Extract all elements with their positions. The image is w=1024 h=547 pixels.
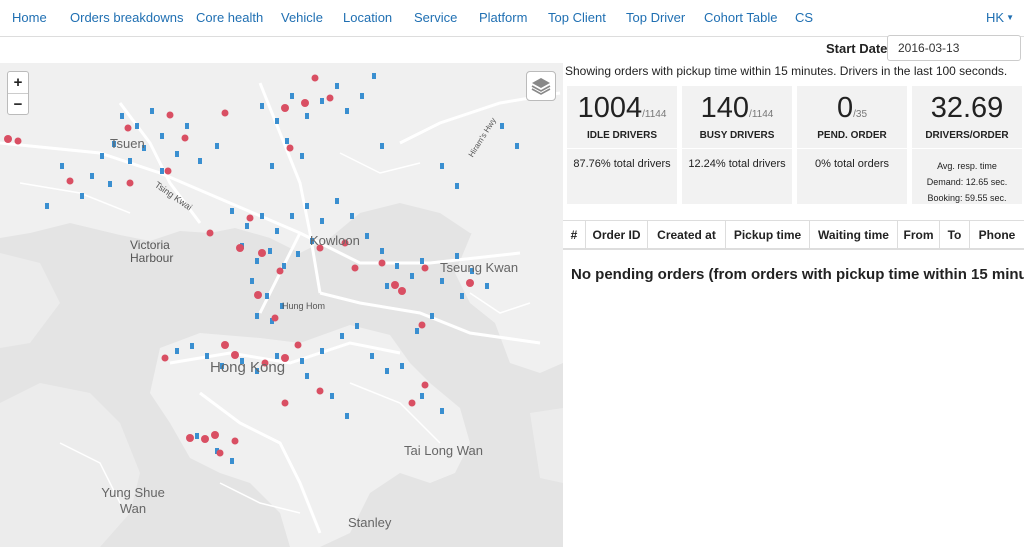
stat-ratio-value: 32.69 [930,92,1004,124]
resp-time-booking: Booking: 59.55 sec. [927,193,1007,203]
stat-pending-value: 0 [836,92,854,124]
start-date-input[interactable] [887,35,1021,61]
col-from[interactable]: From [897,221,939,249]
map-label-tai-long-wan: Tai Long Wan [404,443,484,458]
col-to[interactable]: To [939,221,969,249]
stat-busy-sub: 12.24% total drivers [688,158,786,170]
layers-icon [531,78,551,95]
stat-idle-sub: 87.76% total drivers [573,158,671,170]
stat-divider [797,148,907,149]
region-dropdown[interactable]: HK ▼ [986,10,1014,25]
nav-platform[interactable]: Platform [479,10,527,25]
col-index[interactable]: # [563,221,585,249]
stat-pending-number: 0/35 [797,92,907,125]
resp-time-demand: Demand: 12.65 sec. [926,177,1008,187]
stat-pending-orders: 0/35 PEND. ORDER 0% total orders [797,86,907,204]
stat-pending-sub: 0% total orders [815,158,889,170]
stat-drivers-per-order: 32.69 DRIVERS/ORDER Avg. resp. time Dema… [912,86,1022,204]
pending-orders-table-header: # Order ID Created at Pickup time Waitin… [563,220,1024,250]
map-label-tsuen: Tsuen [110,136,145,151]
empty-table-message: No pending orders (from orders with pick… [571,266,1024,283]
stat-idle-title: IDLE DRIVERS [586,130,657,141]
nav-core-health[interactable]: Core health [196,10,263,25]
stat-busy-total: /1144 [749,109,774,120]
col-phone[interactable]: Phone [969,221,1024,249]
stat-busy-drivers: 140/1144 BUSY DRIVERS 12.24% total drive… [682,86,792,204]
col-pickup-time[interactable]: Pickup time [725,221,809,249]
stat-divider [912,148,1022,149]
zoom-control: + − [7,71,29,115]
col-order-id[interactable]: Order ID [585,221,647,249]
caret-down-icon: ▼ [1006,13,1014,22]
col-created-at[interactable]: Created at [647,221,725,249]
nav-home[interactable]: Home [12,10,47,25]
stat-divider [567,148,677,149]
stat-pending-total: /35 [853,109,868,120]
stat-busy-value: 140 [700,92,750,124]
stat-busy-number: 140/1144 [682,92,792,125]
map-label-hung-hom: Hung Hom [282,301,326,311]
stat-busy-title: BUSY DRIVERS [699,130,775,141]
region-label: HK [986,10,1005,25]
resp-time-label: Avg. resp. time [937,161,997,171]
stat-idle-number: 1004/1144 [567,92,677,125]
start-date-label: Start Date: [826,41,892,56]
nav-top-driver[interactable]: Top Driver [626,10,685,25]
nav-cs[interactable]: CS [795,10,813,25]
stat-divider [682,148,792,149]
nav-top-client[interactable]: Top Client [548,10,606,25]
nav-service[interactable]: Service [414,10,457,25]
stat-idle-value: 1004 [577,92,643,124]
info-text: Showing orders with pickup time within 1… [565,64,1008,78]
zoom-out-button[interactable]: − [8,93,28,115]
stat-ratio-number: 32.69 [912,92,1022,125]
map[interactable]: + − Tsuen Victoria Harbour Kowloon Tseun… [0,63,563,547]
stat-idle-drivers: 1004/1144 IDLE DRIVERS 87.76% total driv… [567,86,677,204]
nav-orders-breakdowns[interactable]: Orders breakdowns [70,10,183,25]
layers-button[interactable] [526,71,556,101]
map-label-hong-kong: Hong Kong [210,359,286,376]
col-waiting-time[interactable]: Waiting time [809,221,897,249]
stat-pending-title: PEND. ORDER [817,130,887,141]
stat-idle-total: /1144 [642,109,667,120]
stat-ratio-title: DRIVERS/ORDER [925,130,1009,141]
zoom-in-button[interactable]: + [8,72,28,93]
map-label-tseung-kwan: Tseung Kwan [440,260,519,275]
map-label-stanley: Stanley [348,515,392,530]
nav-location[interactable]: Location [343,10,392,25]
map-label-victoria-harbour: Victoria Harbour [130,238,174,265]
nav-vehicle[interactable]: Vehicle [281,10,323,25]
top-navbar: Home Orders breakdowns Core health Vehic… [0,0,1024,37]
map-label-yung-shue-wan: Yung Shue Wan [101,485,165,516]
nav-cohort-table[interactable]: Cohort Table [704,10,777,25]
map-label-kowloon: Kowloon [310,233,360,248]
